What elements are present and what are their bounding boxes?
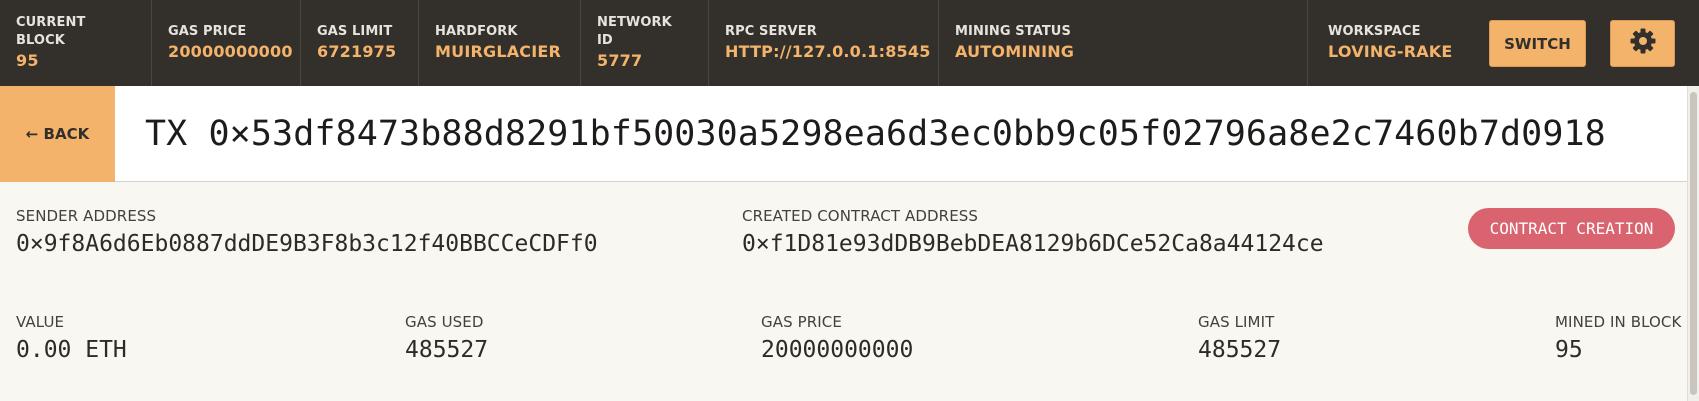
stat-value: 6721975 bbox=[317, 42, 397, 61]
back-button[interactable]: ← BACK bbox=[0, 86, 115, 182]
stat-value: MUIRGLACIER bbox=[435, 42, 562, 61]
stat-label: GAS LIMIT bbox=[317, 24, 393, 39]
stat-value: 95 bbox=[16, 51, 39, 70]
gas-used-field: GAS USED 485527 bbox=[405, 312, 488, 366]
gas-limit-value: 485527 bbox=[1198, 337, 1282, 363]
stat-workspace: WORKSPACE LOVING-RAKE bbox=[1308, 0, 1478, 86]
created-contract-address-field: CREATED CONTRACT ADDRESS 0×f1D81e93dDB9B… bbox=[742, 206, 1324, 260]
field-label: SENDER ADDRESS bbox=[16, 207, 157, 225]
stat-current-block: CURRENT BLOCK 95 bbox=[0, 0, 152, 86]
field-label: GAS LIMIT bbox=[1198, 313, 1275, 331]
contract-address-value: 0×f1D81e93dDB9BebDEA8129b6DCe52Ca8a44124… bbox=[742, 231, 1324, 257]
field-label: MINED IN BLOCK bbox=[1555, 313, 1682, 331]
stat-value: 20000000000 bbox=[168, 42, 293, 61]
gas-price-value: 20000000000 bbox=[761, 337, 914, 363]
scrollbar-thumb[interactable] bbox=[1690, 92, 1697, 395]
stat-label: GAS PRICE bbox=[168, 24, 247, 39]
stat-gas-limit: GAS LIMIT 6721975 bbox=[301, 0, 419, 86]
contract-creation-badge: CONTRACT CREATION bbox=[1468, 208, 1675, 249]
mined-in-block-value: 95 bbox=[1555, 337, 1583, 363]
mined-in-block-field: MINED IN BLOCK 95 bbox=[1555, 312, 1681, 366]
stat-label: RPC SERVER bbox=[725, 24, 817, 39]
stat-label: CURRENT BLOCK bbox=[16, 15, 86, 48]
settings-button[interactable] bbox=[1610, 20, 1675, 67]
stat-label: NETWORK ID bbox=[597, 15, 672, 48]
stat-rpc-server: RPC SERVER HTTP://127.0.0.1:8545 bbox=[709, 0, 939, 86]
stat-network-id: NETWORK ID 5777 bbox=[581, 0, 709, 86]
stat-hardfork: HARDFORK MUIRGLACIER bbox=[419, 0, 581, 86]
status-bar: CURRENT BLOCK 95 GAS PRICE 20000000000 G… bbox=[0, 0, 1699, 86]
page-title: TX 0×53df8473b88d8291bf50030a5298ea6d3ec… bbox=[145, 114, 1606, 154]
gear-icon bbox=[1630, 28, 1656, 59]
gas-used-value: 485527 bbox=[405, 337, 489, 363]
stat-label: WORKSPACE bbox=[1328, 24, 1421, 39]
stat-value: HTTP://127.0.0.1:8545 bbox=[725, 42, 931, 61]
transaction-header: ← BACK TX 0×53df8473b88d8291bf50030a5298… bbox=[0, 86, 1699, 182]
vertical-scrollbar[interactable] bbox=[1687, 86, 1699, 401]
field-label: CREATED CONTRACT ADDRESS bbox=[742, 207, 979, 225]
stat-label: HARDFORK bbox=[435, 24, 518, 39]
stat-value: AUTOMINING bbox=[955, 42, 1075, 61]
stat-label: MINING STATUS bbox=[955, 24, 1071, 39]
gas-limit-field: GAS LIMIT 485527 bbox=[1198, 312, 1281, 366]
stat-gas-price: GAS PRICE 20000000000 bbox=[152, 0, 301, 86]
value-amount: 0.00 ETH bbox=[16, 337, 127, 363]
value-field: VALUE 0.00 ETH bbox=[16, 312, 127, 366]
gas-price-field: GAS PRICE 20000000000 bbox=[761, 312, 913, 366]
field-label: GAS PRICE bbox=[761, 313, 842, 331]
switch-workspace-button[interactable]: SWITCH bbox=[1489, 20, 1586, 67]
sender-address-value: 0×9f8A6d6Eb0887ddDE9B3F8b3c12f40BBCCeCDF… bbox=[16, 231, 598, 257]
sender-address-field: SENDER ADDRESS 0×9f8A6d6Eb0887ddDE9B3F8b… bbox=[16, 206, 598, 260]
field-label: GAS USED bbox=[405, 313, 484, 331]
stat-value: LOVING-RAKE bbox=[1328, 42, 1453, 61]
stat-value: 5777 bbox=[597, 51, 643, 70]
stat-mining-status: MINING STATUS AUTOMINING bbox=[939, 0, 1308, 86]
field-label: VALUE bbox=[16, 313, 65, 331]
